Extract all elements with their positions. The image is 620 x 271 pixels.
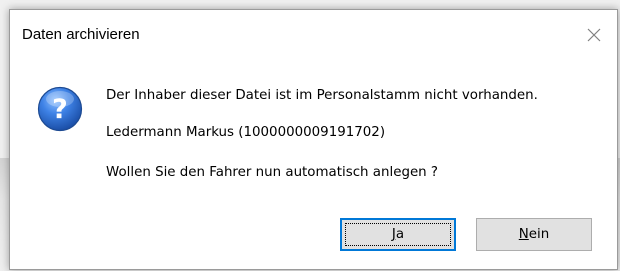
message-line-1: Der Inhaber dieser Datei ist im Personal… — [106, 88, 538, 103]
focus-rectangle — [345, 223, 451, 246]
message-dialog: Daten archivieren ? Der Inhaber dieser D… — [9, 9, 618, 270]
message-line-3: Wollen Sie den Fahrer nun automatisch an… — [106, 165, 439, 180]
close-icon — [587, 28, 601, 42]
question-icon: ? — [37, 86, 83, 132]
no-button[interactable]: Nein — [476, 218, 592, 251]
message-line-2: Ledermann Markus (1000000009191702) — [106, 125, 386, 140]
svg-text:?: ? — [52, 94, 68, 125]
close-button[interactable] — [579, 22, 609, 48]
yes-button[interactable]: Ja — [340, 218, 456, 251]
no-button-label: Nein — [519, 227, 549, 242]
no-label-rest: ein — [528, 227, 550, 242]
dialog-title: Daten archivieren — [22, 26, 140, 43]
no-access-key: N — [518, 227, 529, 242]
